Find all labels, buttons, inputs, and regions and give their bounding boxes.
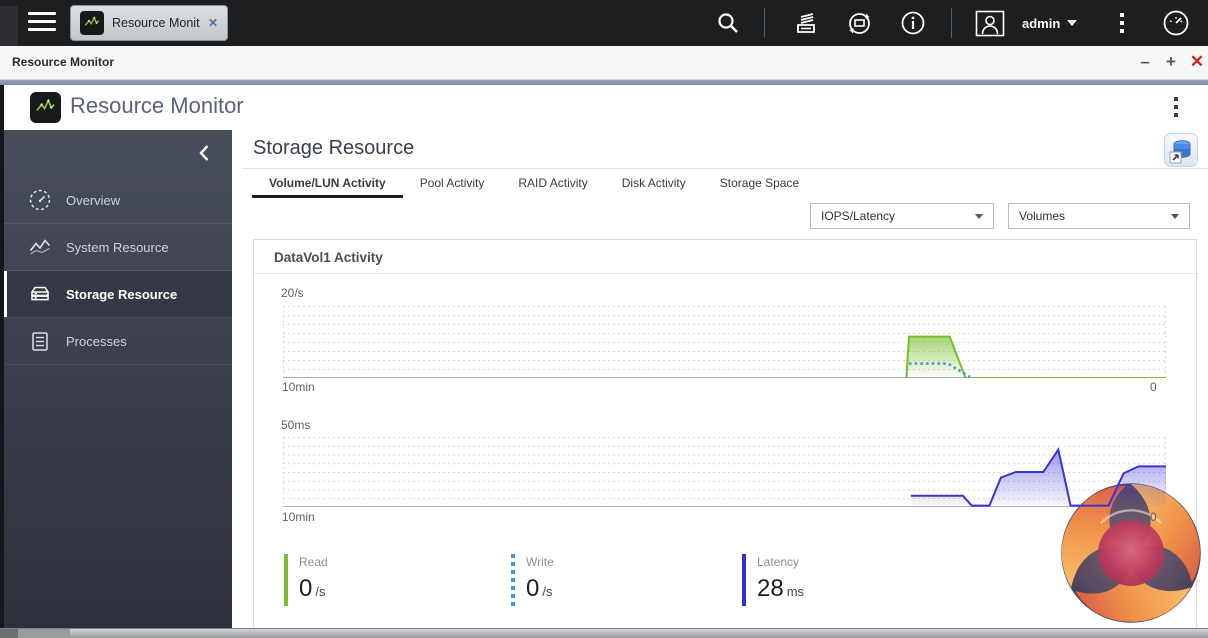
window-title: Resource Monitor: [12, 55, 115, 69]
tab-pool-activity[interactable]: Pool Activity: [403, 172, 502, 198]
window-minimize-button[interactable]: –: [1134, 50, 1156, 74]
latency-xleft-label: 10min: [282, 510, 315, 524]
storage-snapshots-shortcut-icon[interactable]: [1164, 133, 1198, 167]
stat-label: Read: [299, 555, 328, 569]
user-menu[interactable]: admin: [1022, 0, 1078, 46]
taskbar-tab-close-icon[interactable]: ✕: [208, 16, 218, 30]
sidebar: Overview System Resource Storage Resourc…: [0, 130, 232, 628]
stat-read: Read 0/s: [284, 554, 328, 606]
user-avatar-icon[interactable]: [972, 0, 1008, 46]
stat-value: 0/s: [299, 575, 326, 602]
taskbar-left-segment-2: [18, 629, 70, 638]
latency-ymax-label: 50ms: [281, 418, 311, 432]
datavol-activity-panel: DataVol1 Activity 20/s 10min 0 50ms 10mi…: [253, 239, 1197, 630]
gauge-icon: [29, 189, 51, 211]
main-content: Storage Resource Volume/LUN Activity Poo…: [232, 130, 1208, 630]
tab-raid-activity[interactable]: RAID Activity: [501, 172, 604, 198]
search-icon[interactable]: [710, 0, 746, 46]
stat-latency: Latency 28 ms: [742, 554, 804, 606]
tab-volume-lun-activity[interactable]: Volume/LUN Activity: [252, 172, 403, 198]
activity-line-icon: [29, 239, 51, 255]
chevron-down-icon: [1067, 20, 1078, 26]
chevron-down-icon: [975, 213, 983, 219]
window-title-bar: Resource Monitor – + ✕: [0, 46, 1208, 80]
tab-disk-activity[interactable]: Disk Activity: [605, 172, 703, 198]
metric-select-value: IOPS/Latency: [821, 209, 896, 223]
sidebar-item-label: Overview: [66, 192, 121, 208]
sidebar-item-label: Processes: [66, 333, 127, 349]
sidebar-item-system-resource[interactable]: System Resource: [0, 224, 232, 271]
desktop-top-bar: Resource Monit... ✕: [0, 0, 1208, 46]
scope-select-value: Volumes: [1019, 209, 1066, 223]
app-options-icon[interactable]: [1174, 97, 1178, 117]
stat-value: 28 ms: [757, 575, 805, 602]
window-close-button[interactable]: ✕: [1186, 50, 1208, 74]
topbar-divider: [764, 8, 765, 38]
taskbar-tab-label: Resource Monit...: [112, 16, 200, 30]
sidebar-item-label: System Resource: [66, 239, 169, 255]
active-item-indicator: [4, 271, 7, 317]
app-title: Resource Monitor: [70, 93, 244, 118]
info-icon[interactable]: [895, 0, 931, 46]
corner-block: [0, 6, 18, 46]
iops-ymax-label: 20/s: [281, 286, 304, 300]
bottom-taskbar-strip[interactable]: [0, 628, 1208, 638]
heading-divider: [242, 168, 1208, 169]
read-legend-marker: [284, 554, 288, 606]
stat-label: Latency: [757, 555, 800, 569]
more-options-icon[interactable]: [1108, 0, 1136, 46]
chevron-down-icon: [1171, 213, 1179, 219]
sidebar-collapse-button[interactable]: [194, 142, 216, 164]
topbar-divider: [951, 8, 952, 38]
latency-xright-label: 0: [1150, 510, 1157, 524]
panel-title: DataVol1 Activity: [274, 250, 383, 265]
window-maximize-button[interactable]: +: [1160, 50, 1182, 74]
main-menu-button[interactable]: [28, 12, 56, 34]
dashboard-gauge-icon[interactable]: [1156, 0, 1196, 46]
write-legend-marker: [511, 554, 515, 606]
latency-chart: [283, 437, 1166, 507]
taskbar-tab-resource-monitor[interactable]: Resource Monit... ✕: [70, 5, 228, 41]
page-title: Storage Resource: [253, 137, 415, 159]
user-name: admin: [1022, 15, 1061, 31]
app-header: Resource Monitor: [0, 85, 1208, 130]
stat-value: 0/s: [526, 575, 553, 602]
left-edge-strip: [0, 85, 4, 628]
iops-chart: [283, 306, 1166, 378]
sidebar-item-overview[interactable]: Overview: [0, 177, 232, 224]
resource-monitor-app-icon: [80, 11, 104, 35]
process-list-icon: [32, 332, 48, 351]
storage-tabs: Volume/LUN Activity Pool Activity RAID A…: [252, 172, 816, 198]
scope-select[interactable]: Volumes: [1008, 203, 1190, 229]
metric-select[interactable]: IOPS/Latency: [810, 203, 994, 229]
sidebar-item-label: Storage Resource: [66, 286, 178, 302]
disk-stack-icon: [31, 286, 49, 301]
sidebar-item-storage-resource[interactable]: Storage Resource: [0, 271, 232, 318]
stat-write: Write 0/s: [511, 554, 554, 606]
resource-monitor-app-icon: [30, 92, 61, 123]
tab-storage-space[interactable]: Storage Space: [703, 172, 816, 198]
latency-legend-marker: [742, 554, 746, 606]
taskbar-left-segment: [0, 629, 18, 638]
panel-divider: [254, 273, 1196, 274]
qts-desktop: Resource Monit... ✕: [0, 0, 1208, 638]
sync-status-icon[interactable]: [841, 0, 877, 46]
stat-label: Write: [526, 555, 554, 569]
sidebar-item-processes[interactable]: Processes: [0, 318, 232, 365]
iops-xright-label: 0: [1150, 380, 1157, 394]
background-tasks-icon[interactable]: [788, 0, 824, 46]
iops-xleft-label: 10min: [282, 380, 315, 394]
